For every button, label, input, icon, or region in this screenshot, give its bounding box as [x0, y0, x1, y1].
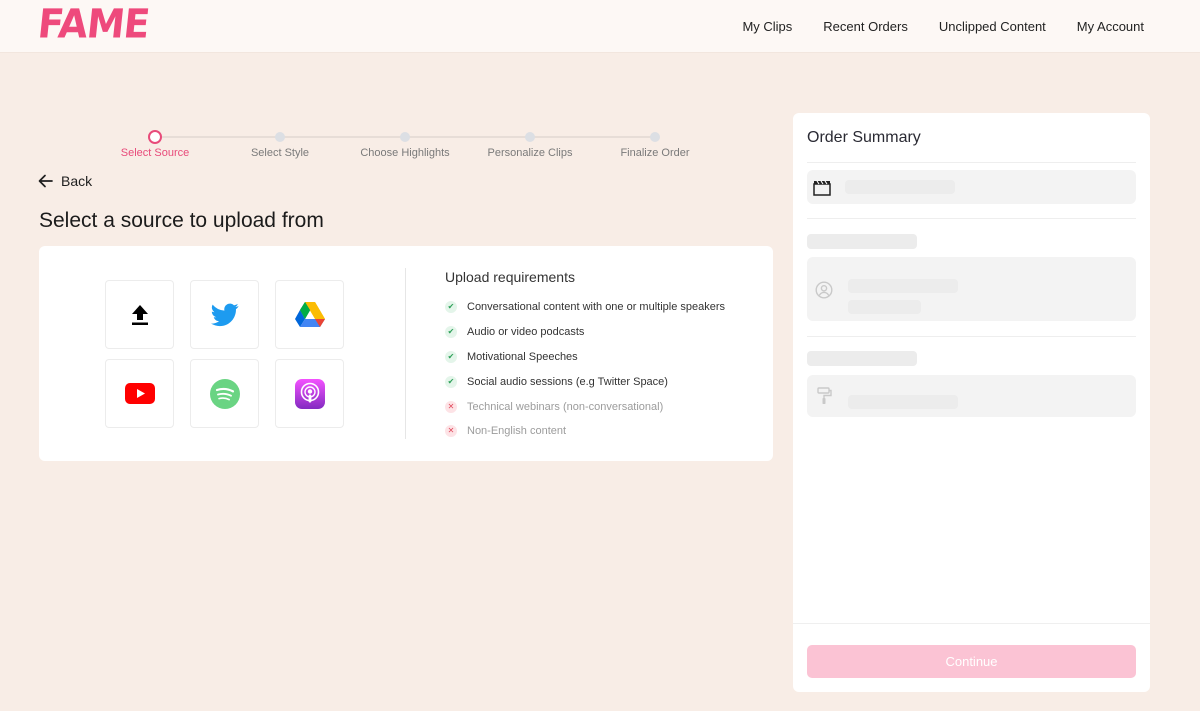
source-apple-podcasts-button[interactable] [275, 359, 344, 428]
skeleton-line [848, 395, 958, 409]
requirement-text: Non-English content [467, 425, 567, 438]
step-label: Select Source [120, 147, 190, 159]
requirements-list: ✔ Conversational content with one or mul… [445, 295, 725, 444]
order-summary-panel: Order Summary Continue [793, 113, 1150, 692]
summary-divider [807, 162, 1136, 163]
requirement-item: ✕ Technical webinars (non-conversational… [445, 394, 725, 419]
skeleton-heading [807, 351, 917, 366]
step-dot [400, 132, 410, 142]
step-personalize-clips: Personalize Clips [470, 129, 590, 159]
nav-unclipped-content[interactable]: Unclipped Content [939, 19, 1046, 34]
top-header: FAME My Clips Recent Orders Unclipped Co… [0, 0, 1200, 53]
requirement-text: Technical webinars (non-conversational) [467, 400, 664, 413]
nav-my-clips[interactable]: My Clips [742, 19, 792, 34]
summary-divider [807, 218, 1136, 219]
source-upload-button[interactable] [105, 280, 174, 349]
step-choose-highlights: Choose Highlights [345, 129, 465, 159]
source-google-drive-button[interactable] [275, 280, 344, 349]
arrow-left-icon [38, 174, 53, 188]
check-icon: ✔ [445, 350, 457, 363]
step-label: Personalize Clips [487, 147, 573, 159]
requirement-text: Social audio sessions (e.g Twitter Space… [467, 375, 668, 388]
skeleton-line [848, 300, 921, 314]
nav-recent-orders[interactable]: Recent Orders [823, 19, 908, 34]
step-label: Select Style [250, 147, 310, 159]
summary-divider [807, 336, 1136, 337]
step-dot [148, 130, 162, 144]
nav-my-account[interactable]: My Account [1077, 19, 1144, 34]
source-spotify-button[interactable] [190, 359, 259, 428]
upload-icon [131, 304, 148, 325]
source-twitter-button[interactable] [190, 280, 259, 349]
youtube-icon [124, 383, 155, 404]
requirement-text: Motivational Speeches [467, 350, 578, 363]
order-summary-title: Order Summary [807, 129, 921, 146]
back-button[interactable]: Back [38, 173, 92, 189]
skeleton-line [845, 180, 955, 194]
step-dot [275, 132, 285, 142]
check-icon: ✔ [445, 375, 457, 388]
apple-podcasts-icon [294, 378, 325, 409]
main-nav: My Clips Recent Orders Unclipped Content… [742, 19, 1144, 34]
continue-button[interactable]: Continue [807, 645, 1136, 678]
skeleton-line [848, 279, 958, 293]
source-youtube-button[interactable] [105, 359, 174, 428]
google-drive-icon [294, 302, 325, 327]
clapperboard-icon [813, 180, 831, 196]
step-label: Finalize Order [620, 147, 690, 159]
progress-stepper: Select Source Select Style Choose Highli… [95, 129, 715, 169]
user-circle-icon [815, 281, 833, 299]
skeleton-heading [807, 234, 917, 249]
check-icon: ✔ [445, 326, 457, 339]
card-divider [405, 268, 406, 439]
check-icon: ✔ [445, 301, 457, 314]
requirement-text: Audio or video podcasts [467, 326, 585, 339]
x-icon: ✕ [445, 425, 457, 438]
requirement-item: ✔ Conversational content with one or mul… [445, 295, 725, 320]
fame-logo[interactable]: FAME [36, 1, 152, 47]
step-select-source: Select Source [95, 129, 215, 159]
back-label: Back [61, 173, 93, 189]
requirements-title: Upload requirements [445, 269, 575, 285]
upload-source-card: Upload requirements ✔ Conversational con… [39, 246, 773, 461]
twitter-icon [210, 303, 239, 326]
step-finalize-order: Finalize Order [595, 129, 715, 159]
page-title: Select a source to upload from [39, 209, 324, 232]
requirement-item: ✔ Social audio sessions (e.g Twitter Spa… [445, 369, 725, 394]
paint-roller-icon [817, 387, 832, 404]
summary-footer-divider [793, 623, 1150, 624]
x-icon: ✕ [445, 400, 457, 413]
requirement-item: ✔ Audio or video podcasts [445, 320, 725, 345]
requirement-text: Conversational content with one or multi… [467, 301, 726, 314]
step-select-style: Select Style [220, 129, 340, 159]
step-dot [650, 132, 660, 142]
spotify-icon [209, 378, 240, 409]
step-dot [525, 132, 535, 142]
requirement-item: ✔ Motivational Speeches [445, 345, 725, 370]
requirement-item: ✕ Non-English content [445, 419, 725, 444]
step-label: Choose Highlights [360, 147, 450, 159]
